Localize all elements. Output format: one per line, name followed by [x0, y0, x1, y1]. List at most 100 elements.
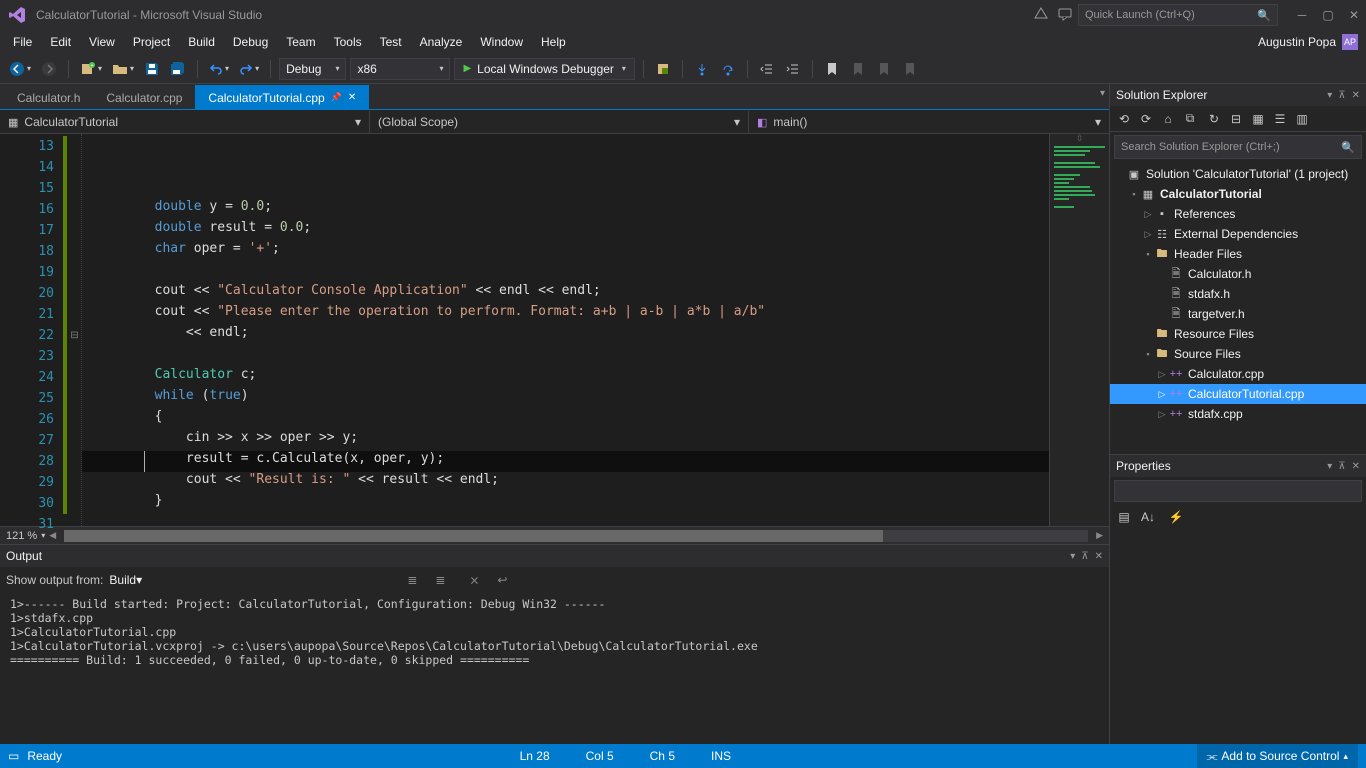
output-close-icon[interactable]: ✕ — [1095, 551, 1103, 562]
tree-node[interactable]: ▷++Calculator.cpp — [1110, 364, 1366, 384]
tree-node[interactable]: 🗎targetver.h — [1110, 304, 1366, 324]
fold-gutter[interactable]: ⊟ — [68, 134, 82, 526]
menu-window[interactable]: Window — [471, 32, 532, 52]
tree-node[interactable]: ▣Solution 'CalculatorTutorial' (1 projec… — [1110, 164, 1366, 184]
tree-node[interactable]: 🖿Resource Files — [1110, 324, 1366, 344]
solution-config-combo[interactable]: Debug▾ — [279, 58, 346, 80]
expand-icon[interactable]: ▪ — [1142, 249, 1154, 259]
step-into-icon[interactable] — [691, 58, 713, 80]
solution-platform-combo[interactable]: x86▾ — [350, 58, 450, 80]
se-back-icon[interactable]: ⟲ — [1114, 109, 1134, 129]
output-source-combo[interactable]: Build▾ — [109, 573, 389, 587]
tree-node[interactable]: ▪🖿Header Files — [1110, 244, 1366, 264]
new-project-button[interactable]: +▾ — [77, 58, 105, 80]
indent-more-icon[interactable] — [782, 58, 804, 80]
tree-node[interactable]: ▷☷External Dependencies — [1110, 224, 1366, 244]
pin-icon[interactable]: 📌 — [331, 92, 342, 103]
se-sync-icon[interactable]: ⧉ — [1180, 109, 1200, 129]
start-debug-button[interactable]: ▶ Local Windows Debugger ▾ — [454, 58, 634, 80]
menu-test[interactable]: Test — [371, 32, 411, 52]
se-forward-icon[interactable]: ⟳ — [1136, 109, 1156, 129]
props-dropdown-icon[interactable]: ▾ — [1327, 461, 1332, 472]
split-grip-icon[interactable]: ⇳ — [1050, 133, 1109, 143]
props-alpha-icon[interactable]: A↓ — [1138, 507, 1158, 527]
open-file-button[interactable]: ▾ — [109, 58, 137, 80]
menu-analyze[interactable]: Analyze — [411, 32, 472, 52]
se-collapse-icon[interactable]: ⊟ — [1226, 109, 1246, 129]
toolbar-btn-1[interactable] — [652, 58, 674, 80]
tree-node[interactable]: ▷++CalculatorTutorial.cpp — [1110, 384, 1366, 404]
expand-icon[interactable]: ▪ — [1128, 189, 1140, 199]
expand-icon[interactable]: ▷ — [1156, 369, 1168, 380]
feedback-icon[interactable] — [1058, 7, 1074, 23]
output-clear-icon[interactable]: ⨯ — [463, 569, 485, 591]
se-showall-icon[interactable]: ▦ — [1248, 109, 1268, 129]
user-account[interactable]: Augustin Popa AP — [1258, 34, 1362, 50]
document-tab[interactable]: Calculator.cpp — [93, 85, 195, 109]
props-pin-icon[interactable]: ⊼ — [1338, 461, 1345, 472]
menu-help[interactable]: Help — [532, 32, 575, 52]
horizontal-scrollbar[interactable] — [64, 530, 1088, 542]
solution-explorer-tree[interactable]: ▣Solution 'CalculatorTutorial' (1 projec… — [1110, 162, 1366, 454]
menu-build[interactable]: Build — [179, 32, 224, 52]
expand-icon[interactable]: ▪ — [1142, 349, 1154, 359]
expand-icon[interactable]: ▷ — [1156, 389, 1168, 400]
indent-less-icon[interactable] — [756, 58, 778, 80]
menu-team[interactable]: Team — [277, 32, 324, 52]
menu-tools[interactable]: Tools — [325, 32, 371, 52]
tree-node[interactable]: 🗎Calculator.h — [1110, 264, 1366, 284]
add-source-control-button[interactable]: ⫘ Add to Source Control ▴ — [1197, 744, 1358, 768]
close-tab-icon[interactable]: ✕ — [348, 92, 356, 103]
se-properties-icon[interactable]: ☰ — [1270, 109, 1290, 129]
expand-icon[interactable]: ▷ — [1156, 409, 1168, 420]
nav-scope-combo[interactable]: (Global Scope)▾ — [370, 111, 749, 133]
quick-launch-input[interactable]: Quick Launch (Ctrl+Q) 🔍 — [1078, 4, 1278, 26]
redo-button[interactable]: ▾ — [236, 58, 262, 80]
nav-member-combo[interactable]: ◧main()▾ — [749, 111, 1109, 133]
step-over-icon[interactable] — [717, 58, 739, 80]
tab-overflow-button[interactable]: ▾ — [1100, 88, 1105, 99]
output-text[interactable]: 1>------ Build started: Project: Calcula… — [0, 593, 1109, 744]
bookmark-icon[interactable] — [821, 58, 843, 80]
solution-explorer-search[interactable]: Search Solution Explorer (Ctrl+;) 🔍 — [1114, 135, 1362, 159]
scroll-right-icon[interactable]: ▶ — [1096, 530, 1103, 541]
se-close-icon[interactable]: ✕ — [1352, 90, 1360, 101]
tree-node[interactable]: 🗎stdafx.h — [1110, 284, 1366, 304]
expand-icon[interactable]: ▷ — [1142, 209, 1154, 220]
tree-node[interactable]: ▪🖿Source Files — [1110, 344, 1366, 364]
tree-node[interactable]: ▷++stdafx.cpp — [1110, 404, 1366, 424]
se-home-icon[interactable]: ⌂ — [1158, 109, 1178, 129]
code-editor[interactable]: 13141516171819202122232425262728293031 ⊟… — [0, 134, 1109, 526]
props-close-icon[interactable]: ✕ — [1352, 461, 1360, 472]
output-wrap-icon[interactable]: ↩ — [491, 569, 513, 591]
menu-view[interactable]: View — [80, 32, 124, 52]
save-all-button[interactable] — [167, 58, 189, 80]
se-refresh-icon[interactable]: ↻ — [1204, 109, 1224, 129]
minimize-button[interactable]: ─ — [1296, 9, 1308, 21]
nav-back-button[interactable]: ▾ — [6, 58, 34, 80]
tree-node[interactable]: ▷▪References — [1110, 204, 1366, 224]
document-tab[interactable]: Calculator.h — [4, 85, 93, 109]
menu-project[interactable]: Project — [124, 32, 179, 52]
save-button[interactable] — [141, 58, 163, 80]
document-tab[interactable]: CalculatorTutorial.cpp📌✕ — [195, 85, 369, 109]
menu-debug[interactable]: Debug — [224, 32, 277, 52]
tree-node[interactable]: ▪▦CalculatorTutorial — [1110, 184, 1366, 204]
bookmark-next-icon[interactable] — [873, 58, 895, 80]
output-next-icon[interactable]: ≣ — [429, 569, 451, 591]
undo-button[interactable]: ▾ — [206, 58, 232, 80]
expand-icon[interactable]: ▷ — [1142, 229, 1154, 240]
bookmark-clear-icon[interactable] — [899, 58, 921, 80]
menu-edit[interactable]: Edit — [41, 32, 80, 52]
close-button[interactable]: ✕ — [1348, 9, 1360, 21]
props-categorized-icon[interactable]: ▤ — [1114, 507, 1134, 527]
output-prev-icon[interactable]: ≣ — [401, 569, 423, 591]
nav-forward-button[interactable] — [38, 58, 60, 80]
menu-file[interactable]: File — [4, 32, 41, 52]
se-dropdown-icon[interactable]: ▾ — [1327, 90, 1332, 101]
overview-ruler[interactable]: ⇳ — [1049, 134, 1109, 526]
output-dropdown-icon[interactable]: ▾ — [1070, 551, 1075, 562]
se-pin-icon[interactable]: ⊼ — [1338, 90, 1345, 101]
props-events-icon[interactable]: ⚡ — [1166, 507, 1186, 527]
properties-object-combo[interactable] — [1114, 480, 1362, 502]
